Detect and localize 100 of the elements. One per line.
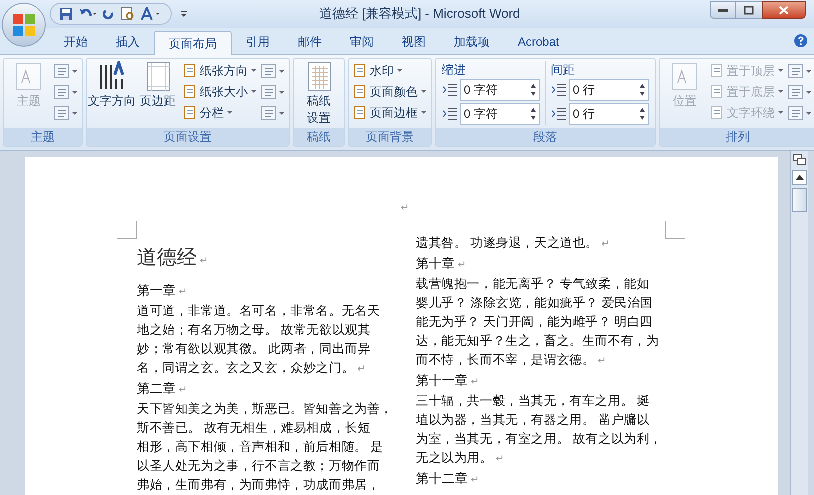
indent-icon (443, 108, 458, 120)
text-line: 为室，当其无，有室之用。 故有之以为利， (416, 431, 662, 448)
ribbon-tab[interactable]: 页面布局 (154, 31, 232, 55)
icon-dropdown-button[interactable] (54, 105, 78, 122)
indent-icon (552, 84, 566, 96)
caret-icon (806, 91, 812, 94)
caret-icon (279, 70, 285, 73)
paragraph-mark: ↵ (598, 355, 606, 369)
section-label: 缩进 (442, 62, 467, 77)
text-line: 以圣人处无为之事，行不言之教；万物作而 (137, 458, 380, 475)
caret-icon (72, 91, 78, 94)
text-line: 达，能无知乎？生之，畜之。生而不有，为 (416, 333, 660, 350)
icon-dropdown-button[interactable] (261, 84, 285, 101)
text-style-icon[interactable] (141, 7, 163, 21)
maximize-button[interactable] (736, 1, 762, 19)
ribbon-menu-button[interactable]: 纸张方向 (183, 61, 257, 80)
scroll-up-button[interactable] (792, 170, 807, 185)
office-button[interactable] (2, 3, 46, 47)
text-line: 而不恃，长而不宰，是谓玄德。 (416, 352, 596, 369)
text-line: 弗始，生而弗有，为而弗恃，功成而弗居， (137, 477, 380, 494)
ruler-toggle-icon[interactable] (792, 153, 806, 167)
icon-dropdown-button[interactable] (54, 63, 78, 80)
spinner-arrows-icon[interactable] (530, 106, 537, 122)
text-line: 地之始；有名万物之母。 故常无欲以观其 (137, 322, 371, 339)
ribbon-menu-button[interactable]: 分栏 (183, 103, 257, 122)
scroll-thumb[interactable] (792, 188, 807, 212)
ribbon-tab[interactable]: 开始 (50, 30, 102, 54)
page-icon (710, 84, 724, 98)
ribbon-menu-button[interactable]: 水印 (353, 61, 427, 80)
spin-field[interactable]: 0 字符 (460, 103, 540, 125)
ribbon-tab[interactable]: Acrobat (504, 30, 574, 54)
close-button[interactable] (762, 1, 806, 19)
lines-icon (788, 64, 804, 79)
lines-icon (261, 64, 277, 79)
chapter-heading: 第十一章 (416, 372, 468, 390)
text-line: 无之以为用。 (416, 450, 493, 467)
chapter-heading: 第一章 (137, 282, 176, 300)
chapter-heading: 第二章 (137, 380, 176, 398)
icon-dropdown-button[interactable] (788, 63, 812, 80)
ribbon-tab[interactable]: 插入 (102, 30, 154, 54)
ribbon-menu-button[interactable]: 页面颜色 (353, 82, 427, 101)
vertical-scrollbar[interactable] (790, 151, 808, 495)
ribbon-tab[interactable]: 引用 (232, 30, 284, 54)
group-label: 排列 (660, 128, 814, 146)
spinner-arrows-icon[interactable] (639, 106, 646, 122)
lines-icon (261, 85, 277, 100)
caret-icon (806, 112, 812, 115)
indent-icon (443, 84, 458, 96)
maximize-icon (744, 6, 754, 14)
icon-dropdown-button[interactable] (261, 105, 285, 122)
paragraph-mark: ↵ (179, 286, 187, 300)
save-icon[interactable] (59, 7, 73, 21)
icon-dropdown-button[interactable] (54, 84, 78, 101)
spin-field[interactable]: 0 行 (569, 103, 649, 125)
lines-icon (788, 106, 804, 121)
paragraph-mark: ↵ (401, 202, 409, 216)
lines-icon (788, 85, 804, 100)
paragraph-mark: ↵ (471, 474, 479, 488)
caret-icon (778, 111, 784, 114)
ribbon-button[interactable]: 页边距 (137, 61, 179, 110)
ribbon-tab[interactable]: 视图 (388, 30, 440, 54)
help-icon[interactable] (794, 34, 808, 48)
ribbon-menu-button[interactable]: 纸张大小 (183, 82, 257, 101)
ribbon-tab[interactable]: 邮件 (284, 30, 336, 54)
chapter-heading: 第十章 (416, 255, 455, 273)
caret-icon (279, 91, 285, 94)
caret-icon (778, 69, 784, 72)
icon-dropdown-button[interactable] (788, 84, 812, 101)
ribbon-menu-button[interactable]: 页面边框 (353, 103, 427, 122)
chapter-heading: 第十二章 (416, 470, 468, 488)
text-line: 相形，高下相倾，音声相和，前后相随。 是 (137, 439, 384, 456)
text-line: 天下皆知美之为美，斯恶已。皆知善之为善， (137, 401, 394, 418)
page-icon (183, 64, 197, 78)
spinner-arrows-icon[interactable] (530, 82, 537, 98)
customize-toolbar-icon[interactable] (180, 9, 188, 19)
paragraph-mark: ↵ (471, 376, 479, 390)
minimize-button[interactable] (710, 1, 736, 19)
document-title: 道德经 (137, 246, 197, 271)
icon-dropdown-button[interactable] (261, 63, 285, 80)
caret-icon (251, 69, 257, 72)
lines-icon (54, 64, 70, 79)
ribbon-button[interactable]: 稿纸 设置 (298, 61, 340, 127)
spin-field[interactable]: 0 行 (569, 79, 649, 101)
print-preview-icon[interactable] (121, 7, 135, 21)
text-line: 道可道，非常道。名可名，非常名。无名天 (137, 303, 380, 320)
ribbon-tab[interactable]: 审阅 (336, 30, 388, 54)
spinner-arrows-icon[interactable] (639, 82, 646, 98)
lines-icon (54, 106, 70, 121)
redo-icon[interactable] (103, 7, 115, 21)
caret-icon (72, 70, 78, 73)
paragraph-mark: ↵ (602, 238, 610, 252)
icon-dropdown-button[interactable] (788, 105, 812, 122)
spin-field[interactable]: 0 字符 (460, 79, 540, 101)
caret-icon (421, 111, 427, 114)
text-line: 三十辐，共一毂，当其无，有车之用。 埏 (416, 393, 650, 410)
page-icon (14, 61, 44, 93)
ribbon-tab[interactable]: 加载项 (440, 30, 504, 54)
lines-icon (261, 106, 277, 121)
group-label: 段落 (436, 128, 655, 146)
page-icon (183, 106, 197, 120)
